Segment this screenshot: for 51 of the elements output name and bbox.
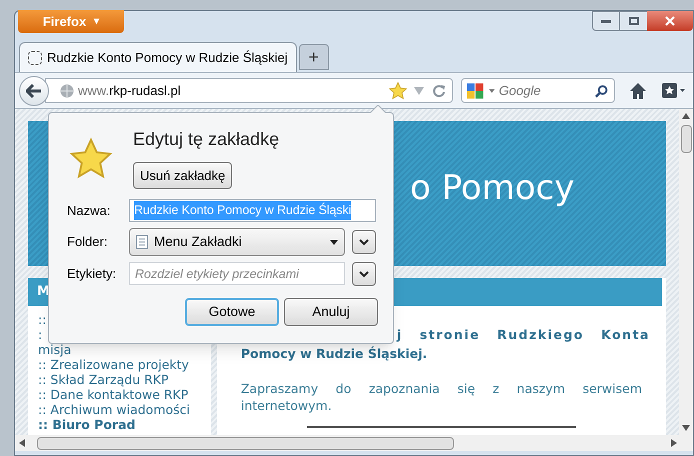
menu-link[interactable]: :: Archiwum wiadomości <box>38 402 211 417</box>
chevron-down-icon <box>359 269 369 279</box>
close-icon <box>665 16 675 26</box>
minimize-button[interactable] <box>592 11 620 31</box>
intro-paragraph: Zapraszamy do zapoznania się z naszym serwisem internetowym. <box>240 380 642 414</box>
globe-icon <box>60 84 74 98</box>
search-field[interactable]: Google <box>461 78 615 103</box>
welcome-text: Pomocy w Rudzie Śląskiej. <box>240 344 428 363</box>
search-engine-icon <box>466 82 486 100</box>
reload-icon[interactable] <box>432 84 446 98</box>
dropdown-arrow-icon[interactable] <box>489 88 495 92</box>
scroll-left-arrow-icon[interactable] <box>19 439 25 447</box>
search-icon[interactable] <box>594 84 608 98</box>
dropdown-arrow-icon <box>330 240 338 244</box>
scroll-right-arrow-icon[interactable] <box>671 439 677 447</box>
menu-link[interactable]: :: Biuro Porad <box>38 417 211 432</box>
field-label: Folder: <box>67 233 108 252</box>
welcome-text: j stronie Rudzkiego Konta <box>396 326 650 344</box>
menu-link[interactable]: misja <box>38 342 211 357</box>
new-tab-button[interactable]: + <box>298 44 329 70</box>
bookmarks-icon[interactable] <box>661 82 685 100</box>
browser-tab[interactable]: Rudzkie Konto Pomocy w Rudzie Śląskiej <box>19 42 297 72</box>
menu-link[interactable]: :: Skład Zarządu RKP <box>38 372 211 387</box>
dialog-button[interactable]: Anuluj <box>284 298 378 326</box>
dialog-button[interactable]: Gotowe <box>185 298 279 326</box>
vertical-scrollbar[interactable] <box>679 109 693 435</box>
back-arrow-icon <box>26 84 42 98</box>
address-field[interactable]: www.rkp-rudasl.pl <box>45 78 453 103</box>
horizontal-scrollbar[interactable] <box>15 435 693 451</box>
list-icon <box>136 235 148 249</box>
home-icon[interactable] <box>629 82 647 100</box>
close-button[interactable] <box>647 11 693 31</box>
name-field[interactable]: Rudzkie Konto Pomocy w Rudzie Śląski <box>129 199 376 222</box>
remove-bookmark-button[interactable]: Usuń zakładkę <box>133 162 232 189</box>
folder-dropdown[interactable]: Menu Zakładki <box>129 228 345 256</box>
scrollbar-thumb[interactable] <box>680 125 692 153</box>
field-label: Nazwa: <box>67 202 112 220</box>
popup-title: Edytuj tę zakładkę <box>133 128 280 151</box>
scroll-up-arrow-icon[interactable] <box>682 113 690 119</box>
scroll-down-arrow-icon[interactable] <box>682 425 690 431</box>
tags-field[interactable]: Rozdziel etykiety przecinkami <box>129 262 345 285</box>
page-icon <box>28 50 42 64</box>
maximize-button[interactable] <box>620 11 647 31</box>
scrollbar-thumb[interactable] <box>37 436 454 450</box>
chevron-down-icon <box>359 237 369 247</box>
menu-link[interactable]: :: Zrealizowane projekty <box>38 357 211 372</box>
menu-link[interactable]: :: Dane kontaktowe RKP <box>38 387 211 402</box>
expand-button[interactable] <box>352 262 376 286</box>
expand-button[interactable] <box>352 230 376 254</box>
firefox-menu-button[interactable]: Firefox ▾ <box>18 10 124 33</box>
back-button[interactable] <box>19 76 49 106</box>
